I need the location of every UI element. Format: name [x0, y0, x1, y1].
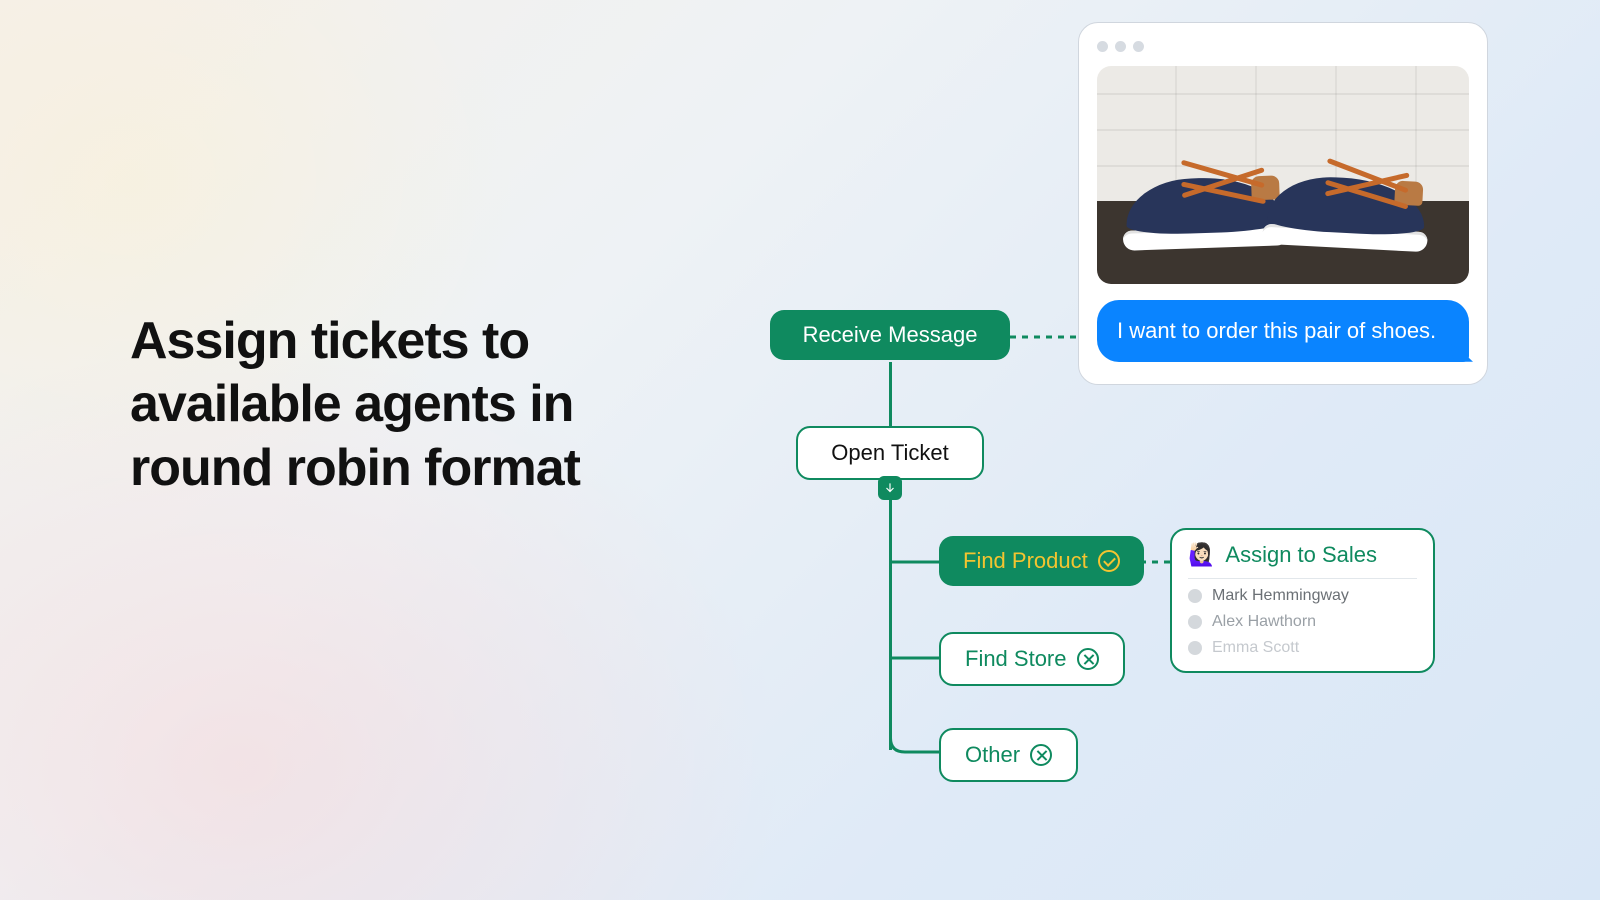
window-dot: [1115, 41, 1126, 52]
connector-vertical: [889, 362, 892, 426]
node-find-store: Find Store: [939, 632, 1125, 686]
node-label: Find Product: [963, 548, 1088, 574]
connector-branch-last: [889, 730, 941, 754]
agent-name: Alex Hawthorn: [1212, 613, 1316, 631]
agent-row: Mark Hemmingway: [1188, 587, 1417, 605]
headline-text: Assign tickets to available agents in ro…: [130, 310, 690, 500]
x-circle-icon: [1030, 744, 1052, 766]
node-find-product: Find Product: [939, 536, 1144, 586]
node-other: Other: [939, 728, 1078, 782]
workflow-diagram: Receive Message Open Ticket Find Product…: [760, 310, 1500, 870]
node-label: Receive Message: [803, 322, 978, 348]
assign-card: 🙋🏻‍♀️ Assign to Sales Mark Hemmingway Al…: [1170, 528, 1435, 673]
node-label: Find Store: [965, 646, 1067, 672]
assign-agent-list: Mark Hemmingway Alex Hawthorn Emma Scott: [1188, 587, 1417, 657]
assign-card-title: 🙋🏻‍♀️ Assign to Sales: [1188, 542, 1417, 579]
status-dot-icon: [1188, 641, 1202, 655]
status-dot-icon: [1188, 615, 1202, 629]
shoe-illustration: [1258, 158, 1434, 258]
agent-row: Emma Scott: [1188, 639, 1417, 657]
connector-receive-to-chat: [1010, 336, 1080, 338]
check-circle-icon: [1098, 550, 1120, 572]
x-circle-icon: [1077, 648, 1099, 670]
node-label: Open Ticket: [831, 440, 948, 466]
connector-branch: [889, 656, 939, 660]
window-dot: [1097, 41, 1108, 52]
window-dot: [1133, 41, 1144, 52]
node-open-ticket: Open Ticket: [796, 426, 984, 480]
connector-branch: [889, 560, 939, 564]
arrow-down-icon: [878, 476, 902, 500]
node-label: Other: [965, 742, 1020, 768]
agent-name: Mark Hemmingway: [1212, 587, 1349, 605]
agent-row: Alex Hawthorn: [1188, 613, 1417, 631]
assign-title-text: Assign to Sales: [1225, 542, 1377, 568]
person-raising-hand-icon: 🙋🏻‍♀️: [1188, 542, 1215, 568]
status-dot-icon: [1188, 589, 1202, 603]
agent-name: Emma Scott: [1212, 639, 1299, 657]
connector-find-product-to-assign: [1140, 560, 1170, 564]
window-controls: [1097, 41, 1469, 52]
node-receive-message: Receive Message: [770, 310, 1010, 360]
chat-attachment-image: [1097, 66, 1469, 284]
